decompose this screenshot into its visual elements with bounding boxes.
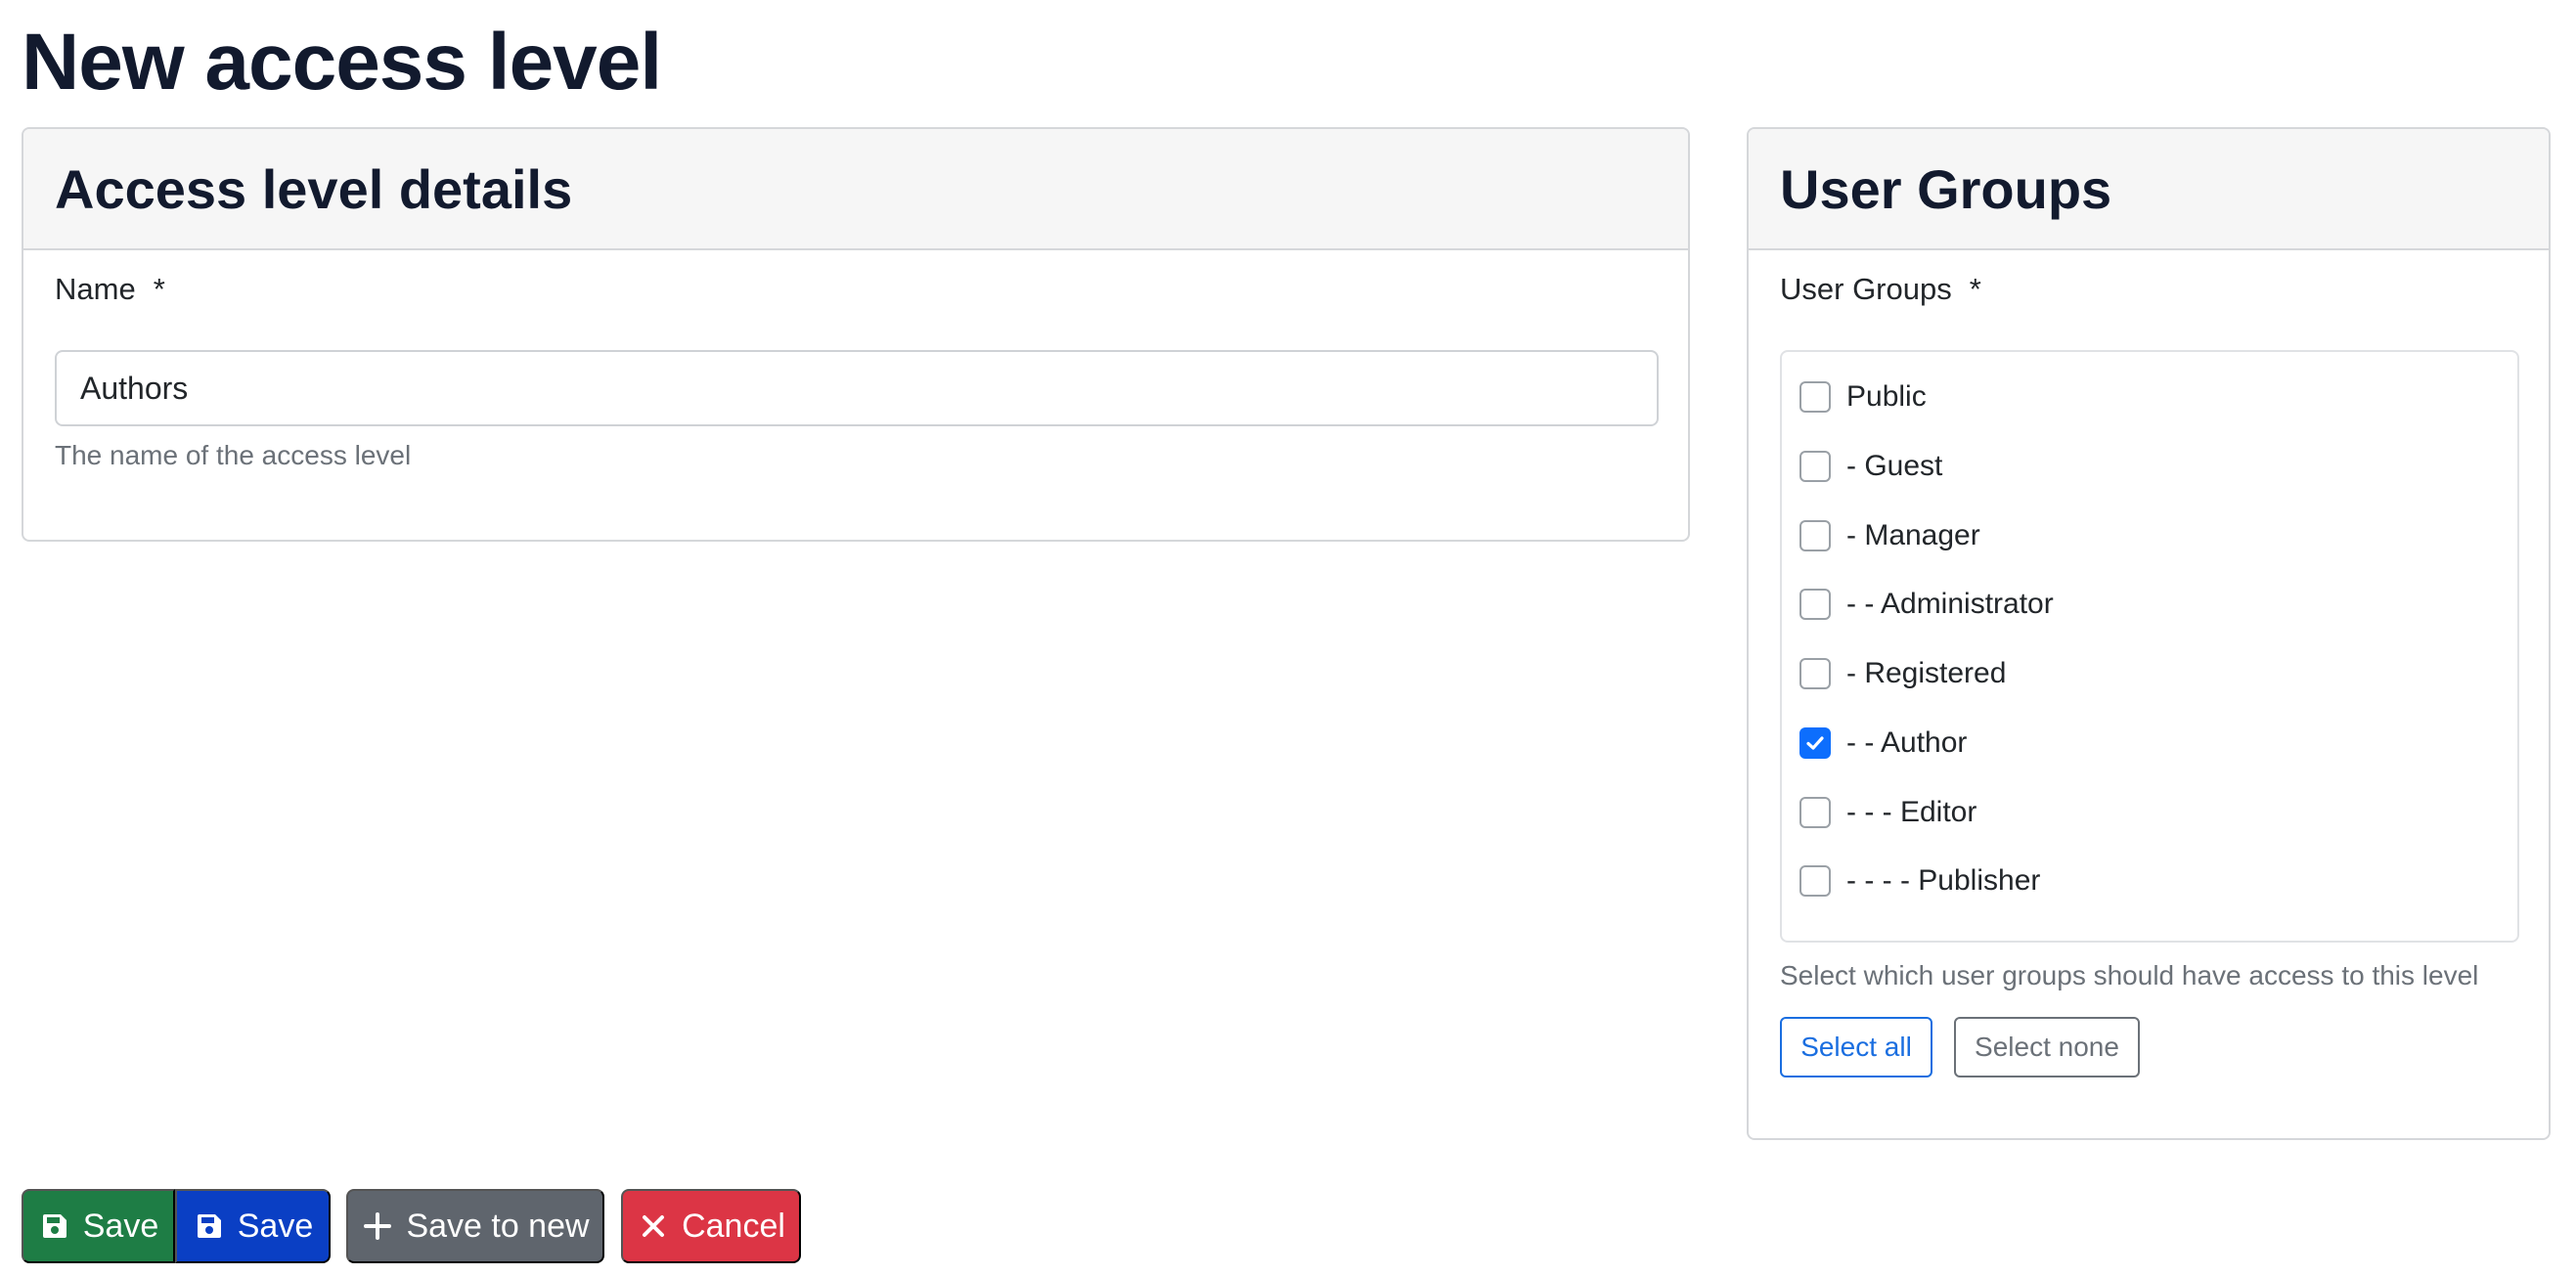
user-groups-card: User Groups User Groups * Public - Guest … bbox=[1747, 127, 2551, 1140]
user-groups-label-text: User Groups bbox=[1780, 272, 1952, 306]
save-to-new-button[interactable]: Save to new bbox=[346, 1189, 604, 1263]
group-label: - - Author bbox=[1846, 726, 1968, 759]
group-item-manager[interactable]: - Manager bbox=[1799, 516, 1980, 555]
group-label: - Registered bbox=[1846, 657, 2007, 689]
card-header: User Groups bbox=[1749, 129, 2549, 250]
plus-icon bbox=[361, 1209, 394, 1243]
checkbox[interactable] bbox=[1799, 451, 1831, 482]
x-icon bbox=[637, 1209, 670, 1243]
card-title: User Groups bbox=[1780, 157, 2112, 220]
group-item-guest[interactable]: - Guest bbox=[1799, 447, 1942, 486]
card-header: Access level details bbox=[23, 129, 1688, 250]
user-groups-help-text: Select which user groups should have acc… bbox=[1780, 960, 2479, 990]
checkbox[interactable] bbox=[1799, 658, 1831, 689]
group-label: - - - - Publisher bbox=[1846, 864, 2041, 897]
group-label: - - - Editor bbox=[1846, 796, 1977, 828]
floppy-disk-icon bbox=[193, 1209, 226, 1243]
group-item-editor[interactable]: - - - Editor bbox=[1799, 793, 1976, 832]
name-label: Name * bbox=[55, 272, 165, 307]
name-label-text: Name bbox=[55, 272, 136, 306]
card-title: Access level details bbox=[55, 157, 573, 220]
group-item-public[interactable]: Public bbox=[1799, 377, 1927, 417]
group-item-publisher[interactable]: - - - - Publisher bbox=[1799, 861, 2040, 901]
checkbox[interactable] bbox=[1799, 381, 1831, 413]
name-input[interactable] bbox=[55, 350, 1659, 426]
required-star: * bbox=[153, 272, 165, 306]
group-item-author[interactable]: - - Author bbox=[1799, 724, 1967, 763]
checkmark-icon bbox=[1806, 736, 1824, 750]
save-close-label: Save bbox=[237, 1207, 314, 1245]
user-groups-label: User Groups * bbox=[1780, 272, 1981, 307]
required-star: * bbox=[1969, 272, 1981, 306]
save-and-close-button[interactable]: Save bbox=[175, 1189, 331, 1263]
checkbox[interactable] bbox=[1799, 520, 1831, 551]
group-label: - Guest bbox=[1846, 450, 1943, 482]
checkbox-checked[interactable] bbox=[1799, 727, 1831, 759]
cancel-button[interactable]: Cancel bbox=[621, 1189, 801, 1263]
group-label: Public bbox=[1846, 380, 1927, 413]
group-item-administrator[interactable]: - - Administrator bbox=[1799, 585, 2054, 624]
user-groups-list: Public - Guest - Manager - - Administrat… bbox=[1780, 350, 2519, 943]
checkbox[interactable] bbox=[1799, 589, 1831, 620]
select-none-button[interactable]: Select none bbox=[1954, 1017, 2140, 1077]
select-all-button[interactable]: Select all bbox=[1780, 1017, 1932, 1077]
checkbox[interactable] bbox=[1799, 797, 1831, 828]
floppy-disk-icon bbox=[38, 1209, 71, 1243]
save-label: Save bbox=[82, 1207, 159, 1245]
cancel-label: Cancel bbox=[682, 1207, 785, 1245]
group-label: - - Administrator bbox=[1846, 588, 2054, 620]
group-label: - Manager bbox=[1846, 519, 1980, 551]
page-title: New access level bbox=[22, 18, 662, 107]
checkbox[interactable] bbox=[1799, 865, 1831, 897]
save-new-label: Save to new bbox=[406, 1207, 590, 1245]
access-level-details-card: Access level details Name * The name of t… bbox=[22, 127, 1690, 542]
save-button[interactable]: Save bbox=[22, 1189, 175, 1263]
group-item-registered[interactable]: - Registered bbox=[1799, 654, 2006, 693]
name-help-text: The name of the access level bbox=[55, 440, 412, 470]
